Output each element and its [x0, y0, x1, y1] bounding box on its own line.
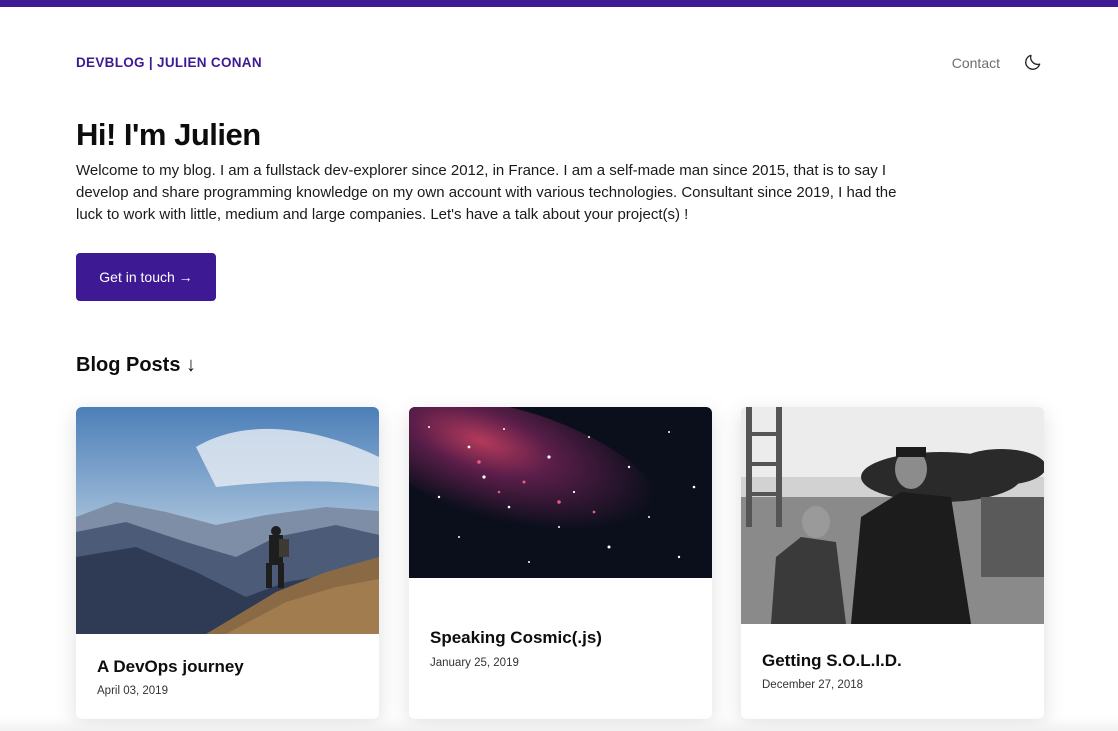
site-header: DEVBLOG | JULIEN CONAN Contact [76, 52, 1044, 76]
blog-post-card[interactable]: Getting S.O.L.I.D. December 27, 2018 [741, 407, 1044, 719]
post-title[interactable]: A DevOps journey [97, 657, 244, 677]
samurai-film-photo [741, 407, 1044, 624]
post-date: December 27, 2018 [762, 679, 864, 691]
mountain-hiker-photo [76, 407, 379, 634]
blog-post-card[interactable]: Speaking Cosmic(.js) January 25, 2019 [409, 407, 712, 719]
top-accent-bar [0, 0, 1118, 7]
page-title: Hi! I'm Julien [76, 117, 261, 152]
site-brand-link[interactable]: DEVBLOG | JULIEN CONAN [76, 55, 262, 70]
post-title[interactable]: Speaking Cosmic(.js) [430, 628, 602, 648]
post-date: April 03, 2019 [97, 685, 168, 697]
moon-icon[interactable] [1022, 51, 1044, 73]
post-date: January 25, 2019 [430, 657, 519, 669]
post-title[interactable]: Getting S.O.L.I.D. [762, 651, 902, 671]
blog-posts-heading: Blog Posts ↓ [76, 354, 197, 376]
nav-contact-link[interactable]: Contact [952, 55, 1000, 71]
blog-post-card[interactable]: A DevOps journey April 03, 2019 [76, 407, 379, 719]
get-in-touch-button[interactable]: Get in touch → [76, 253, 216, 301]
intro-paragraph: Welcome to my blog. I am a fullstack dev… [76, 162, 897, 223]
scroll-fade [0, 716, 1118, 731]
galaxy-stars-photo [409, 407, 712, 578]
